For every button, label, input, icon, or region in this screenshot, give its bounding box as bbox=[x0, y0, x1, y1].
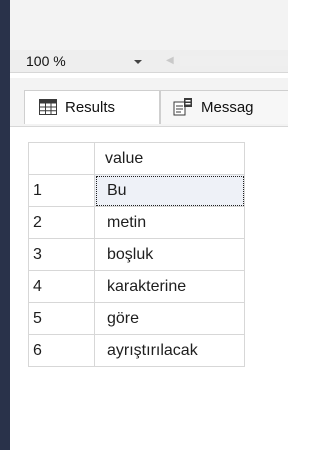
table-row[interactable]: 4 karakterine bbox=[28, 270, 245, 303]
window-left-edge bbox=[0, 0, 10, 450]
messages-icon bbox=[173, 98, 192, 116]
column-header-value[interactable]: value bbox=[94, 142, 245, 175]
tab-messages[interactable]: Messag bbox=[160, 90, 288, 124]
tab-results-label: Results bbox=[65, 99, 116, 116]
horizontal-scrollbar[interactable] bbox=[180, 56, 288, 66]
zoom-value: 100 % bbox=[26, 53, 66, 69]
table-row[interactable]: 1 Bu bbox=[28, 174, 245, 207]
zoom-dropdown[interactable]: 100 % bbox=[10, 50, 146, 72]
row-number[interactable]: 1 bbox=[28, 174, 95, 207]
table-row[interactable]: 6 ayrıştırılacak bbox=[28, 334, 245, 367]
tab-messages-label: Messag bbox=[201, 99, 254, 116]
results-grid-icon bbox=[39, 99, 57, 115]
table-cell[interactable]: metin bbox=[94, 206, 245, 239]
table-row[interactable]: 3 boşluk bbox=[28, 238, 245, 271]
grid-header-row: value bbox=[28, 142, 245, 175]
table-cell[interactable]: göre bbox=[94, 302, 245, 335]
table-cell[interactable]: ayrıştırılacak bbox=[94, 334, 245, 367]
scroll-left-icon[interactable]: ◀ bbox=[166, 55, 174, 66]
tab-results[interactable]: Results bbox=[24, 90, 160, 124]
results-grid: value 1 Bu 2 metin 3 boşluk 4 karakterin… bbox=[28, 142, 245, 367]
table-cell[interactable]: karakterine bbox=[94, 270, 245, 303]
row-number[interactable]: 3 bbox=[28, 238, 95, 271]
table-cell[interactable]: boşluk bbox=[94, 238, 245, 271]
chevron-down-icon[interactable] bbox=[134, 60, 142, 64]
row-number[interactable]: 6 bbox=[28, 334, 95, 367]
table-cell[interactable]: Bu bbox=[94, 174, 245, 207]
grid-corner-cell[interactable] bbox=[28, 142, 95, 175]
row-number[interactable]: 5 bbox=[28, 302, 95, 335]
table-row[interactable]: 2 metin bbox=[28, 206, 245, 239]
row-number[interactable]: 4 bbox=[28, 270, 95, 303]
editor-area bbox=[10, 0, 288, 50]
table-row[interactable]: 5 göre bbox=[28, 302, 245, 335]
row-number[interactable]: 2 bbox=[28, 206, 95, 239]
